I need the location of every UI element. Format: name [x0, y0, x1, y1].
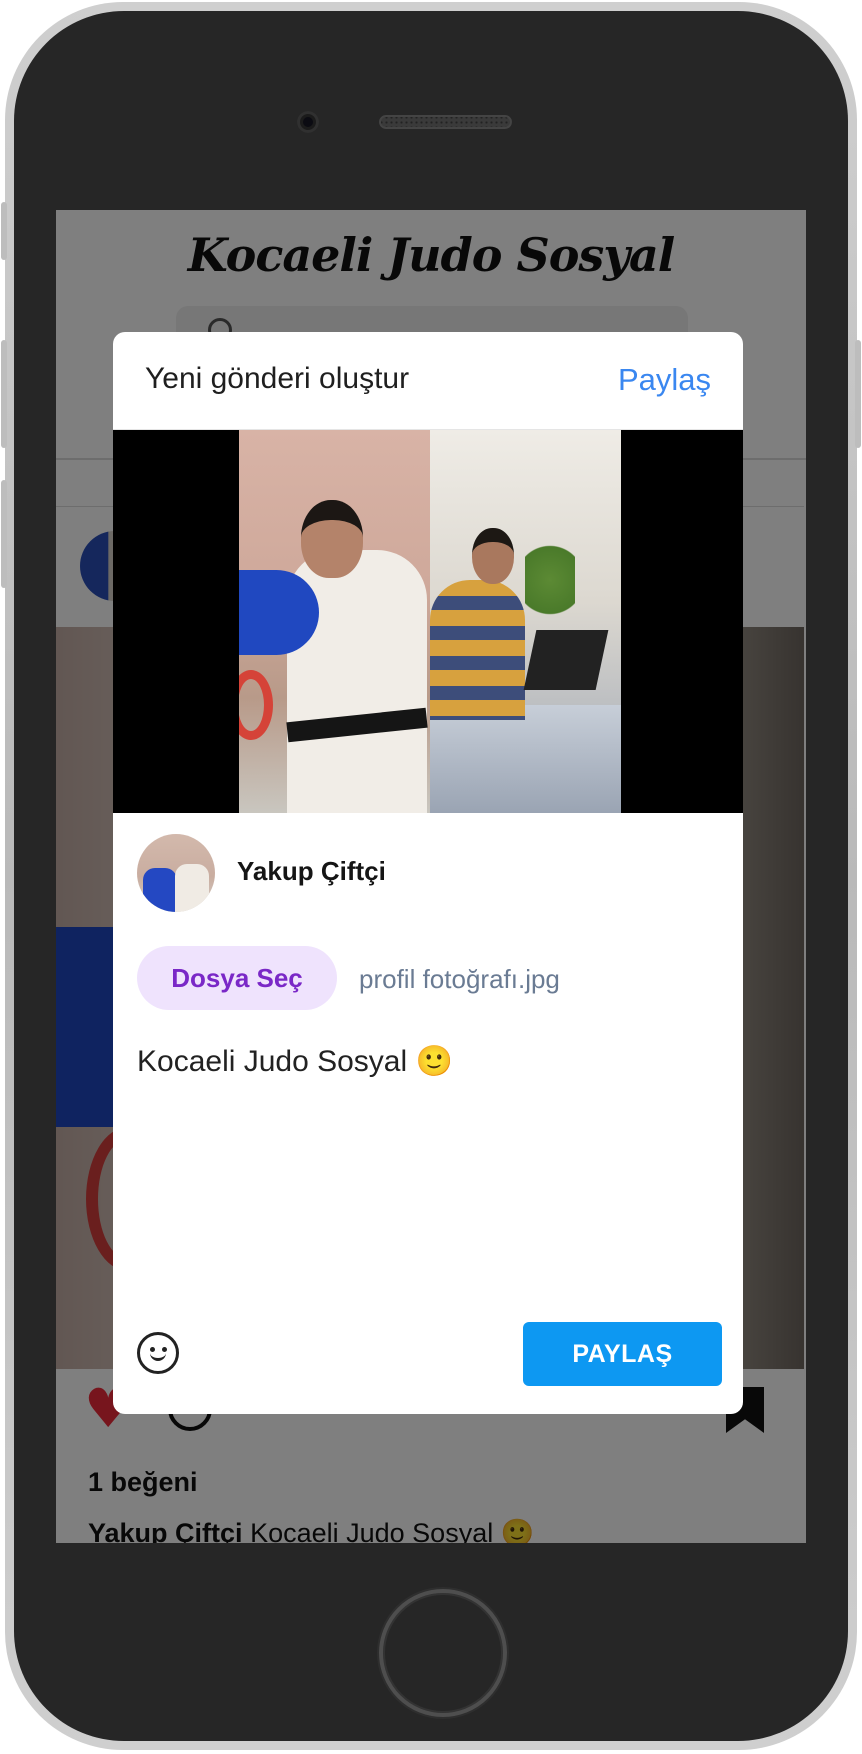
desk — [430, 705, 621, 813]
caption-input[interactable]: Kocaeli Judo Sosyal 🙂 — [137, 1042, 719, 1222]
preview-photo-office — [430, 430, 621, 813]
author-avatar[interactable] — [137, 834, 215, 912]
file-picker: Dosya Seç profil fotoğrafı.jpg — [137, 946, 717, 1010]
smiley-face-icon[interactable] — [137, 1332, 179, 1374]
smiley-mouth — [150, 1349, 166, 1361]
choose-file-button[interactable]: Dosya Seç — [137, 946, 337, 1010]
phone-screen: Kocaeli Judo Sosyal ♥ 1 beğeni Yakup Çif… — [56, 210, 806, 1543]
preview-photo-judo — [239, 430, 430, 813]
submit-share-button[interactable]: PAYLAŞ — [523, 1322, 722, 1386]
phone-side-button-power — [855, 340, 861, 448]
plant — [525, 530, 575, 630]
background-target-logo — [239, 670, 273, 740]
author-row: Yakup Çiftçi — [137, 834, 717, 912]
author-name[interactable]: Yakup Çiftçi — [237, 856, 386, 887]
judoka-head — [301, 500, 363, 578]
header-share-button[interactable]: Paylaş — [618, 362, 711, 398]
laptop — [523, 630, 609, 690]
selected-file-name: profil fotoğrafı.jpg — [359, 964, 560, 994]
home-button[interactable] — [379, 1589, 507, 1717]
earpiece-speaker — [379, 115, 512, 129]
create-post-modal: Yeni gönderi oluştur Paylaş Yakup Çiftçi… — [113, 332, 743, 1414]
man-head — [472, 528, 514, 584]
preview-photo — [239, 430, 621, 813]
front-camera — [297, 111, 319, 133]
man-striped-shirt — [430, 580, 525, 720]
modal-header: Yeni gönderi oluştur Paylaş — [113, 332, 743, 430]
phone-side-button-volume-down — [1, 480, 7, 588]
phone-side-button-mute — [1, 202, 7, 260]
image-preview — [113, 430, 743, 813]
phone-side-button-volume-up — [1, 340, 7, 448]
modal-title: Yeni gönderi oluştur — [145, 362, 410, 395]
